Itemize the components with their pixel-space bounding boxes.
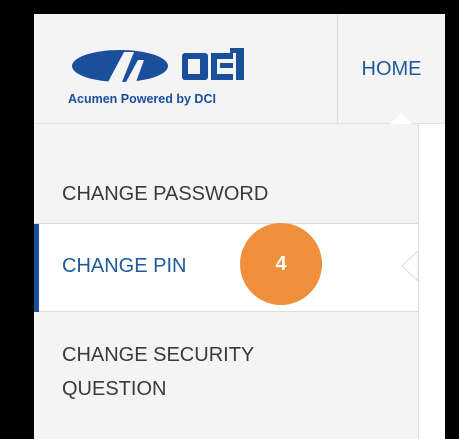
active-indicator	[34, 224, 39, 312]
active-pointer-icon	[402, 251, 419, 281]
settings-menu: CHANGE PASSWORD CHANGE PIN CHANGE SECURI…	[34, 124, 419, 439]
acumen-dci-logo-icon	[72, 48, 244, 82]
menu-item-change-pin[interactable]: CHANGE PIN	[34, 224, 419, 312]
step-number-badge: 4	[240, 223, 322, 305]
content-panel	[418, 124, 445, 439]
home-caret-icon	[390, 113, 412, 124]
menu-item-change-password[interactable]: CHANGE PASSWORD	[34, 124, 418, 224]
logo[interactable]: Acumen Powered by DCI	[34, 14, 337, 124]
screenshot-frame: Acumen Powered by DCI HOME CHANGE PASSWO…	[0, 0, 459, 439]
app-screen: Acumen Powered by DCI HOME CHANGE PASSWO…	[34, 14, 445, 439]
menu-item-change-security-question[interactable]: CHANGE SECURITY QUESTION	[34, 312, 418, 439]
nav-home-link[interactable]: HOME	[338, 14, 445, 124]
logo-tagline: Acumen Powered by DCI	[68, 92, 216, 106]
menu-item-label: CHANGE PIN	[62, 255, 187, 277]
menu-item-label: CHANGE PASSWORD	[62, 183, 269, 205]
app-header: Acumen Powered by DCI HOME	[34, 14, 445, 124]
menu-item-label: CHANGE SECURITY QUESTION	[62, 344, 254, 400]
